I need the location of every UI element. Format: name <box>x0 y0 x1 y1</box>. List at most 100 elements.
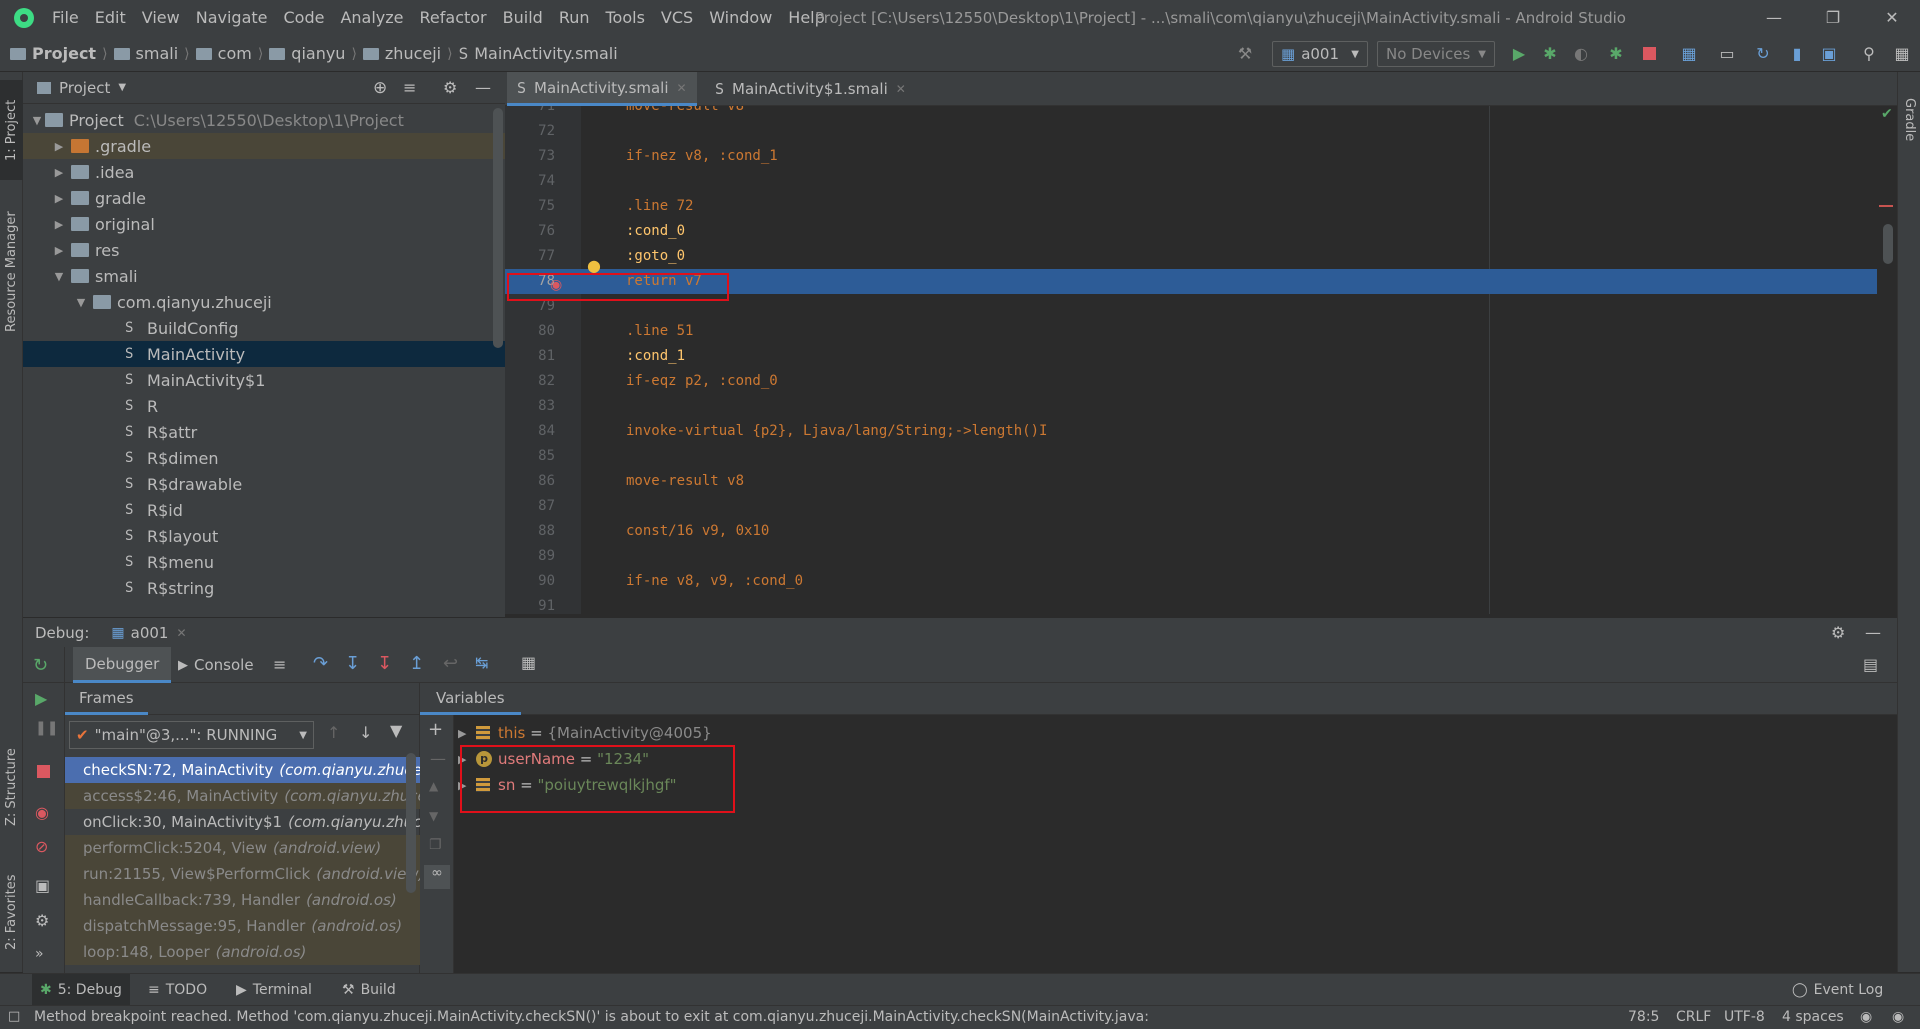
tab-gradle[interactable]: Gradle <box>1898 80 1920 160</box>
mute-breakpoints-icon[interactable]: ⊘ <box>35 837 48 856</box>
code-line[interactable]: 83 <box>505 394 1897 419</box>
duplicate-icon[interactable]: ❐ <box>429 837 442 853</box>
tab-favorites[interactable]: 2: Favorites <box>0 862 23 962</box>
toggle-tool-windows-icon[interactable]: □ <box>8 1009 20 1024</box>
line-number[interactable]: 82 <box>505 369 555 394</box>
tab-resource-manager[interactable]: Resource Manager <box>0 197 23 347</box>
breakpoint-icon[interactable]: ◉ <box>550 277 562 293</box>
device-select[interactable]: No Devices ▼ <box>1377 41 1495 67</box>
tab-frames[interactable]: Frames <box>65 683 148 715</box>
filter-icon[interactable]: ▼ <box>390 721 402 740</box>
tree-file[interactable]: S R$dimen <box>23 445 505 471</box>
expand-arrow-icon[interactable]: ▶ <box>51 218 67 231</box>
expand-arrow-icon[interactable]: ▶ <box>458 779 476 792</box>
profile-icon[interactable]: ◐ <box>1568 40 1594 66</box>
editor-scrollbar[interactable]: ✔ <box>1877 106 1897 614</box>
view-breakpoints-icon[interactable]: ◉ <box>35 803 49 822</box>
tree-folder[interactable]: ▶ res <box>23 237 505 263</box>
stack-frame[interactable]: access$2:46, MainActivity (com.qianyu.zhu… <box>65 783 420 809</box>
code-editor[interactable]: 71 move-result v8 72 73 if-nez v8, :cond_1 74… <box>505 106 1897 614</box>
line-number[interactable]: 79 <box>505 294 555 319</box>
tab-project-tool[interactable]: 1: Project <box>0 80 23 180</box>
stack-frame[interactable]: handleCallback:739, Handler (android.os) <box>65 887 420 913</box>
code-line[interactable]: 74 <box>505 169 1897 194</box>
hide-panel-icon[interactable]: — <box>475 78 491 97</box>
tab-variables[interactable]: Variables <box>420 683 521 715</box>
up-arrow-icon[interactable]: ↑ <box>327 723 340 742</box>
breadcrumb-item[interactable]: smali <box>136 44 179 63</box>
expand-arrow-icon[interactable]: ▶ <box>458 727 476 740</box>
gear-icon[interactable]: ⚙ <box>443 78 457 97</box>
code-line[interactable]: 75 .line 72 <box>505 194 1897 219</box>
code-line[interactable]: 76:cond_0 <box>505 219 1897 244</box>
line-number[interactable]: 87 <box>505 494 555 519</box>
hide-panel-icon[interactable]: — <box>1865 623 1881 642</box>
code-line[interactable]: 82 if-eqz p2, :cond_0 <box>505 369 1897 394</box>
project-scrollbar[interactable] <box>493 108 503 348</box>
drop-frame-icon[interactable]: ↩ <box>443 653 458 674</box>
tree-folder[interactable]: ▶ .gradle <box>23 133 505 159</box>
lightbulb-icon[interactable]: ● <box>587 256 601 275</box>
expand-arrow-icon[interactable]: ▶ <box>51 192 67 205</box>
code-line[interactable]: 89 <box>505 544 1897 569</box>
line-number[interactable]: 73 <box>505 144 555 169</box>
line-number[interactable]: 83 <box>505 394 555 419</box>
stop-icon[interactable] <box>37 765 50 778</box>
code-line[interactable]: 88 const/16 v9, 0x10 <box>505 519 1897 544</box>
tab-debug-tool[interactable]: ✱ 5: Debug <box>32 974 130 1006</box>
menu-file[interactable]: File <box>44 0 87 36</box>
line-number[interactable]: 86 <box>505 469 555 494</box>
tree-file-selected[interactable]: S MainActivity <box>23 341 505 367</box>
tab-todo[interactable]: ≡ TODO <box>140 974 215 1006</box>
settings-icon[interactable]: ▦ <box>1889 40 1915 66</box>
code-line[interactable]: 81:cond_1 <box>505 344 1897 369</box>
tree-folder[interactable]: ▶ original <box>23 211 505 237</box>
code-line[interactable]: 85 <box>505 444 1897 469</box>
caret-position[interactable]: 78:5 <box>1628 1009 1659 1025</box>
expand-arrow-icon[interactable]: ▶ <box>51 244 67 257</box>
variable-row[interactable]: ▶ this = {MainActivity@4005} <box>454 720 712 746</box>
rerun-icon[interactable]: ↻ <box>33 655 48 676</box>
stack-frame[interactable]: performClick:5204, View (android.view) <box>65 835 420 861</box>
resume-icon[interactable]: ▶ <box>35 689 47 708</box>
line-number[interactable]: 76 <box>505 219 555 244</box>
line-number[interactable]: 75 <box>505 194 555 219</box>
run-to-cursor-icon[interactable]: ↹ <box>475 653 488 672</box>
close-tab-icon[interactable]: ✕ <box>677 81 687 95</box>
menu-navigate[interactable]: Navigate <box>188 0 276 36</box>
breadcrumb-item[interactable]: qianyu <box>291 44 345 63</box>
line-number[interactable]: 72 <box>505 119 555 144</box>
tree-file[interactable]: S R$menu <box>23 549 505 575</box>
line-number[interactable]: 71 <box>505 106 555 119</box>
tree-file[interactable]: S R$id <box>23 497 505 523</box>
restore-icon[interactable]: ❐ <box>1813 0 1853 36</box>
tree-file[interactable]: S R$string <box>23 575 505 601</box>
close-session-icon[interactable]: ✕ <box>176 626 186 640</box>
tree-file[interactable]: S R$drawable <box>23 471 505 497</box>
step-into-icon[interactable]: ↧ <box>345 653 360 674</box>
step-over-icon[interactable]: ↷ <box>313 653 328 674</box>
collapse-all-icon[interactable]: ≡ <box>403 78 416 97</box>
stack-frame[interactable]: checkSN:72, MainActivity (com.qianyu.zhuc… <box>65 757 420 783</box>
glasses-icon[interactable]: ∞ <box>424 865 450 889</box>
line-number[interactable]: 78 <box>505 269 555 294</box>
code-line[interactable]: 72 <box>505 119 1897 144</box>
line-number[interactable]: 80 <box>505 319 555 344</box>
expand-arrow-icon[interactable]: ▶ <box>51 166 67 179</box>
more-icon[interactable]: » <box>35 946 44 962</box>
code-line[interactable]: 86 move-result v8 <box>505 469 1897 494</box>
search-icon[interactable]: ⚲ <box>1856 40 1882 66</box>
menu-run[interactable]: Run <box>551 0 598 36</box>
down-arrow-icon[interactable]: ↓ <box>359 723 372 742</box>
tree-file[interactable]: S MainActivity$1 <box>23 367 505 393</box>
inspection-ok-icon[interactable]: ✔ <box>1881 106 1893 122</box>
add-watch-icon[interactable]: + <box>428 719 443 740</box>
project-structure-icon[interactable]: ▦ <box>1676 40 1702 66</box>
breadcrumb-item[interactable]: MainActivity.smali <box>474 44 617 63</box>
tree-folder[interactable]: ▼ smali <box>23 263 505 289</box>
remove-watch-icon[interactable]: — <box>430 749 446 768</box>
code-line[interactable]: 78 return v7 <box>505 269 1897 294</box>
stack-frame[interactable]: run:21155, View$PerformClick (android.vie… <box>65 861 420 887</box>
tree-root[interactable]: ▼ Project C:\Users\12550\Desktop\1\Proje… <box>23 107 505 133</box>
layout-settings-icon[interactable]: ▤ <box>1863 655 1878 674</box>
